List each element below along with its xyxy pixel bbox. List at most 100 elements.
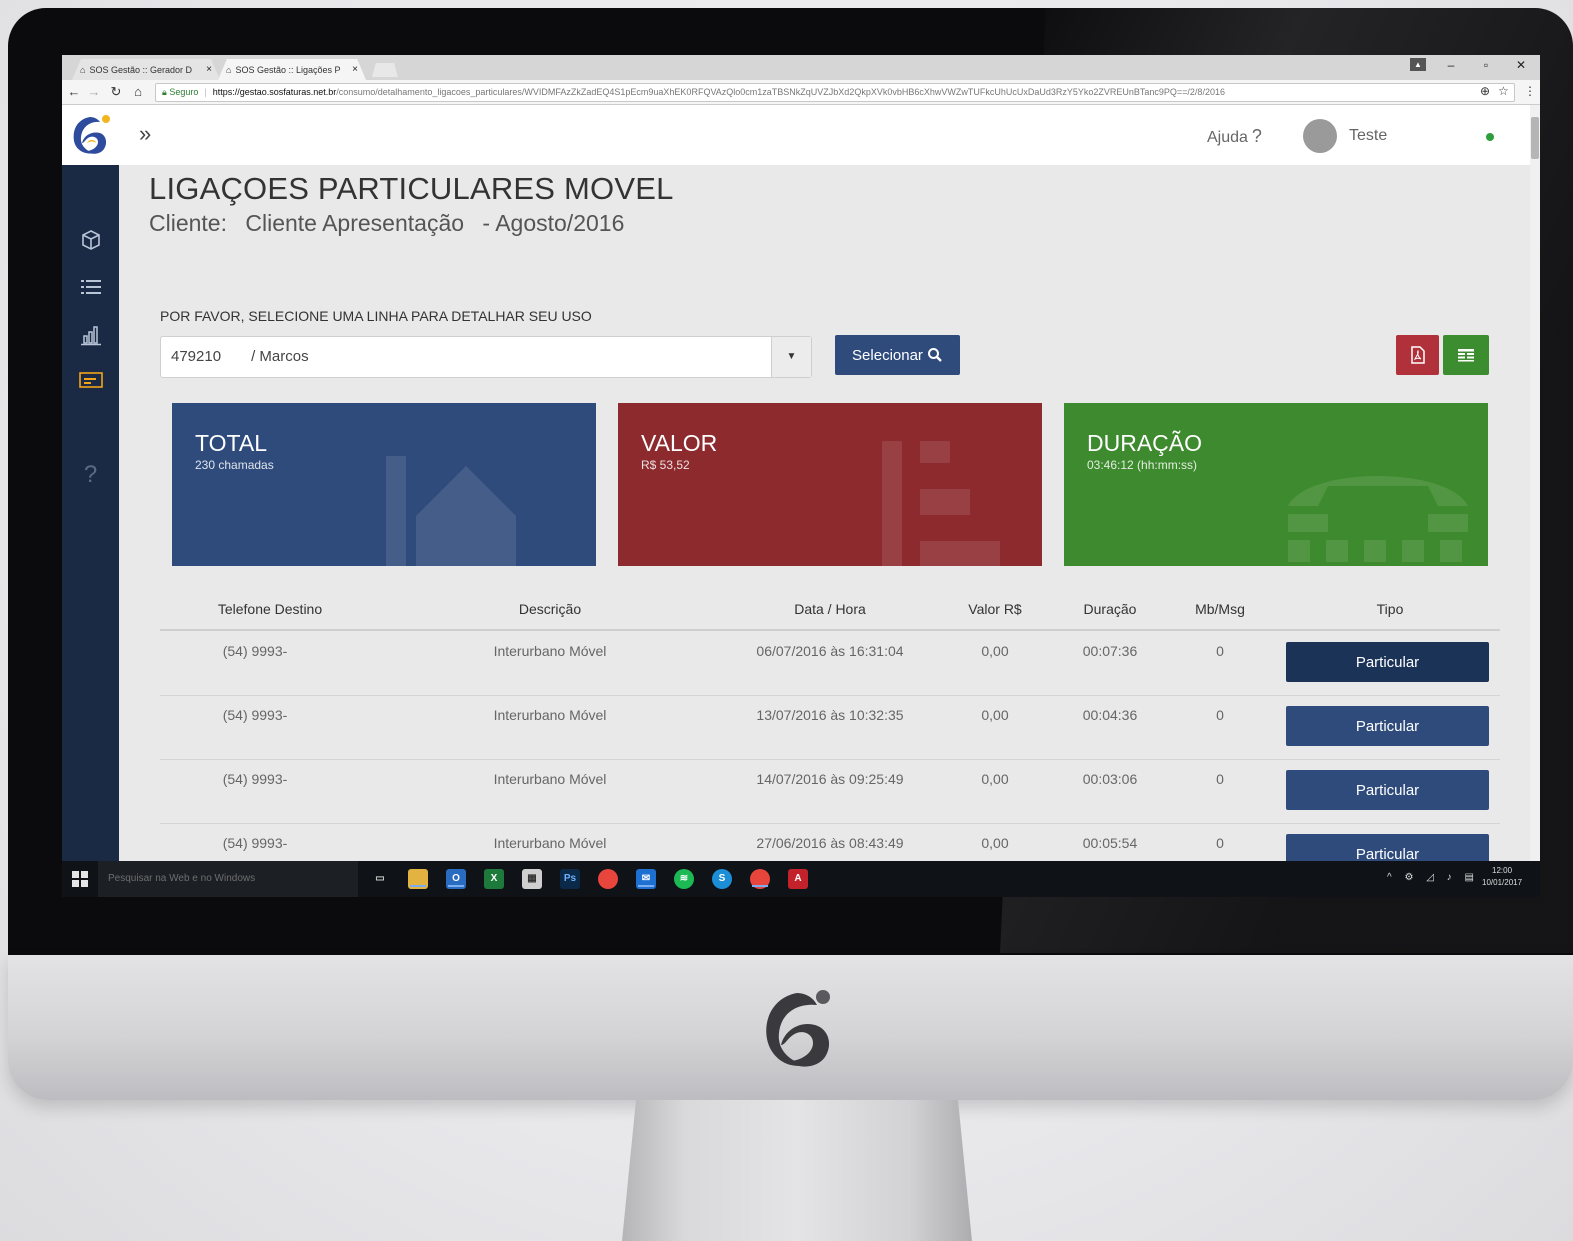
mail-icon[interactable]: ✉ <box>636 869 656 889</box>
cell-phone: (54) 9993- <box>222 835 288 851</box>
taskbar-search[interactable]: Pesquisar na Web e no Windows <box>98 861 358 897</box>
home-watermark-icon <box>386 456 516 566</box>
phone-watermark-icon <box>1288 476 1468 562</box>
minimize-icon[interactable]: – <box>1442 58 1460 72</box>
expand-sidebar-icon[interactable]: » <box>139 121 151 147</box>
chrome-icon[interactable] <box>598 869 618 889</box>
windows-start-icon[interactable] <box>72 871 88 887</box>
menu-kebab-icon[interactable]: ⋮ <box>1524 84 1536 98</box>
system-tray[interactable]: ^ ⚙ ◿ ♪ ▤ <box>1387 872 1479 883</box>
col-mb-msg: Mb/Msg <box>1195 601 1245 617</box>
chevron-down-icon[interactable]: ▼ <box>771 337 811 377</box>
line-number: 479210 <box>171 348 222 365</box>
back-icon[interactable]: ← <box>66 84 82 100</box>
url-path: /consumo/detalhamento_ligacoes_particula… <box>336 87 1225 97</box>
export-pdf-button[interactable] <box>1396 335 1439 375</box>
cell-duracao: 00:03:06 <box>1082 771 1138 787</box>
excel-icon[interactable]: X <box>484 869 504 889</box>
particular-button[interactable]: Particular <box>1286 706 1489 746</box>
table-row: (54) 9993- Interurbano Móvel 14/07/2016 … <box>160 760 1500 824</box>
select-button[interactable]: Selecionar <box>835 335 960 375</box>
clock-time: 12:00 <box>1492 866 1513 875</box>
export-excel-button[interactable] <box>1443 335 1489 375</box>
calculator-icon[interactable]: ▦ <box>522 869 542 889</box>
tab-title: SOS Gestão :: Ligações P <box>235 64 341 75</box>
particular-button[interactable]: Particular <box>1286 770 1489 810</box>
cell-desc: Interurbano Móvel <box>493 771 607 787</box>
line-owner: / Marcos <box>251 348 309 365</box>
app-logo[interactable] <box>62 105 119 165</box>
bookmark-star-icon[interactable]: ☆ <box>1498 84 1509 98</box>
total-value: 230 chamadas <box>195 458 274 472</box>
home-icon[interactable]: ⌂ <box>130 84 146 100</box>
table-row: (54) 9993- Interurbano Móvel 06/07/2016 … <box>160 632 1500 696</box>
monitor-stand <box>622 1100 972 1241</box>
page-title: LIGAÇOES PARTICULARES MOVEL <box>149 171 674 206</box>
reload-icon[interactable]: ↻ <box>108 84 124 100</box>
cell-mb: 0 <box>1216 835 1224 851</box>
cell-duracao: 00:04:36 <box>1082 707 1138 723</box>
browser-tab-gerador[interactable]: ⌂ SOS Gestão :: Gerador D × <box>72 59 220 80</box>
zoom-icon[interactable]: ⊕ <box>1480 84 1490 98</box>
tab-close-icon[interactable]: × <box>352 64 358 75</box>
task-view-icon[interactable]: ▭ <box>370 869 390 889</box>
sidebar: ? <box>62 105 119 861</box>
lock-icon: 🔒︎ <box>162 87 167 97</box>
browser-toolbar: ← → ↻ ⌂ 🔒︎ Seguro | https://gestao.sosfatu… <box>62 80 1540 105</box>
particular-button[interactable]: Particular <box>1286 642 1489 682</box>
chrome-active-icon[interactable] <box>750 869 770 889</box>
photoshop-icon[interactable]: Ps <box>560 869 580 889</box>
cell-datetime: 13/07/2016 às 10:32:35 <box>756 707 904 723</box>
instruction-text: POR FAVOR, SELECIONE UMA LINHA PARA DETA… <box>160 308 592 324</box>
browser-tabbar: ⌂ SOS Gestão :: Gerador D × ⌂ SOS Gestão… <box>62 55 1540 80</box>
restore-icon[interactable]: ▫ <box>1477 58 1495 72</box>
bar-chart-icon <box>80 326 101 346</box>
help-link[interactable]: Ajuda? <box>1207 126 1262 147</box>
url-host: https://gestao.sosfaturas.net.br <box>212 87 337 97</box>
scrollbar-thumb[interactable] <box>1531 117 1539 159</box>
line-select[interactable]: 479210 / Marcos ▼ <box>160 336 812 378</box>
client-line: Cliente: Cliente Apresentação - Agosto/2… <box>149 210 636 237</box>
col-telefone: Telefone Destino <box>217 601 323 617</box>
browser-tab-ligacoes[interactable]: ⌂ SOS Gestão :: Ligações P × <box>218 59 366 80</box>
cell-valor: 0,00 <box>981 835 1009 851</box>
url-separator: | <box>204 87 207 97</box>
forward-icon[interactable]: → <box>86 84 102 100</box>
cell-valor: 0,00 <box>981 643 1009 659</box>
taskbar-clock[interactable]: 12:00 10/01/2017 <box>1482 865 1522 889</box>
col-data-hora: Data / Hora <box>794 601 866 617</box>
profile-icon[interactable]: ▲ <box>1410 58 1426 71</box>
sidebar-item-help[interactable]: ? <box>62 460 119 490</box>
duracao-card: DURAÇÃO 03:46:12 (hh:mm:ss) <box>1064 403 1488 566</box>
address-bar[interactable]: 🔒︎ Seguro | https://gestao.sosfaturas.net.… <box>155 83 1515 102</box>
help-label: Ajuda <box>1207 129 1248 146</box>
outlook-icon[interactable]: O <box>446 869 466 889</box>
sidebar-item-billing[interactable] <box>62 365 119 395</box>
sidebar-item-list[interactable] <box>62 272 119 302</box>
sidebar-item-reports[interactable] <box>62 320 119 350</box>
acrobat-icon[interactable]: A <box>788 869 808 889</box>
file-explorer-icon[interactable] <box>408 869 428 889</box>
col-descricao: Descrição <box>518 601 582 617</box>
table-header: Telefone Destino Descrição Data / Hora V… <box>160 593 1500 631</box>
valor-value: R$ 53,52 <box>641 458 690 472</box>
new-tab-button[interactable] <box>372 63 398 77</box>
avatar[interactable] <box>1303 119 1337 153</box>
skype-icon[interactable]: S <box>712 869 732 889</box>
cell-phone: (54) 9993- <box>222 643 288 659</box>
total-card: TOTAL 230 chamadas <box>172 403 596 566</box>
cell-duracao: 00:05:54 <box>1082 835 1138 851</box>
user-name[interactable]: Teste <box>1349 127 1387 145</box>
client-name: Cliente Apresentação <box>245 210 465 236</box>
cell-phone: (54) 9993- <box>222 771 288 787</box>
sidebar-item-products[interactable] <box>62 225 119 255</box>
col-tipo: Tipo <box>1376 601 1404 617</box>
close-window-icon[interactable]: ✕ <box>1512 58 1530 72</box>
tab-close-icon[interactable]: × <box>206 64 212 75</box>
app: ? » Ajuda? Teste LIGAÇOES PARTICULARES M… <box>62 105 1540 874</box>
page-scrollbar[interactable] <box>1530 105 1540 861</box>
online-status-dot <box>1486 133 1494 141</box>
client-label: Cliente: <box>149 210 227 236</box>
spotify-icon[interactable]: ≋ <box>674 869 694 889</box>
money-watermark-icon <box>882 441 1000 566</box>
